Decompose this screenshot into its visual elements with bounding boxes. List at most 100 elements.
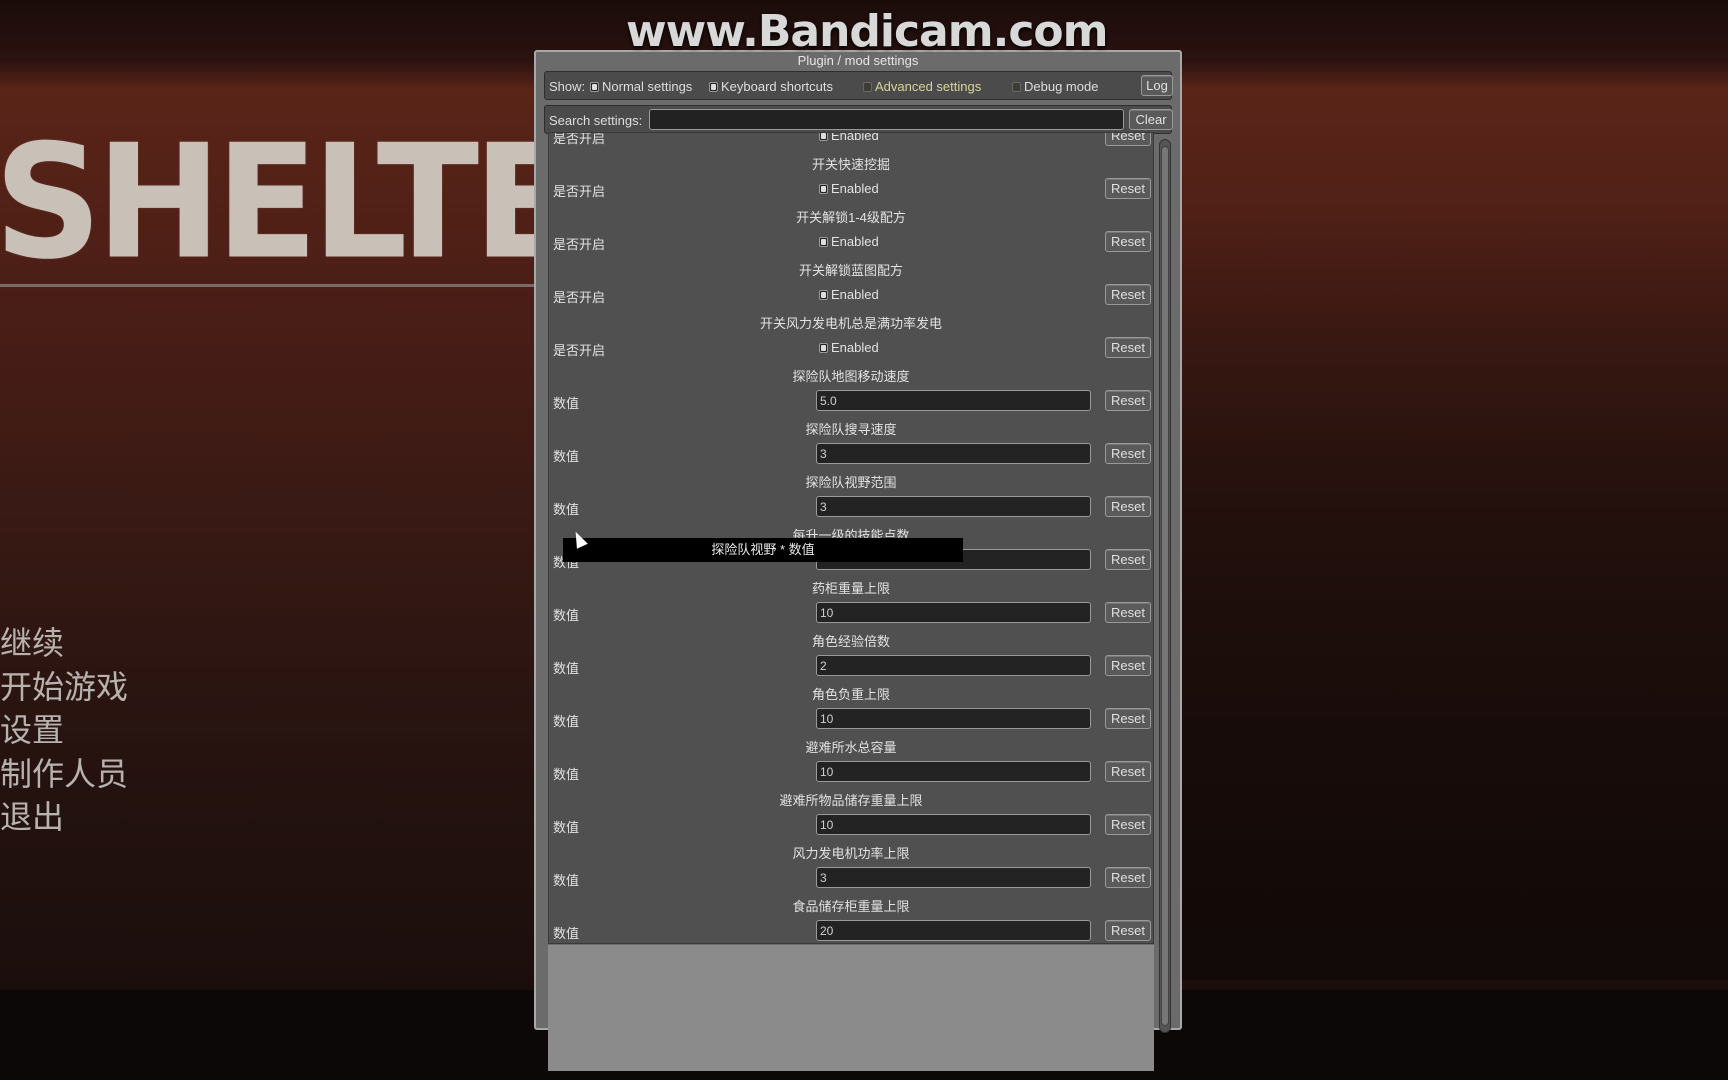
setting-label: 是否开启 <box>553 289 606 305</box>
reset-button[interactable]: Reset <box>1105 707 1151 729</box>
value-input[interactable]: 10 <box>816 760 1091 782</box>
reset-button[interactable]: Reset <box>1105 442 1151 464</box>
watermark: www.Bandicam.com <box>626 6 1108 57</box>
value-input[interactable]: 10 <box>816 813 1091 835</box>
setting-label: 数值 <box>553 660 580 676</box>
reset-button[interactable]: Reset <box>1105 866 1151 888</box>
clear-button[interactable]: Clear <box>1129 109 1173 130</box>
reset-button[interactable]: Reset <box>1105 760 1151 782</box>
filter-normal-settings[interactable]: Normal settings <box>590 79 692 94</box>
setting-label: 数值 <box>553 607 580 623</box>
reset-button[interactable]: Reset <box>1105 389 1151 411</box>
reset-button[interactable]: Reset <box>1105 813 1151 835</box>
setting-title: 开关解锁1-4级配方 <box>796 209 906 225</box>
reset-button[interactable]: Reset <box>1105 133 1151 146</box>
setting-label: 是否开启 <box>553 342 606 358</box>
setting-title: 食品储存柜重量上限 <box>792 898 910 914</box>
setting-title: 探险队搜寻速度 <box>805 421 897 437</box>
filter-debug-mode[interactable]: Debug mode <box>1012 79 1098 94</box>
checkbox-icon <box>819 133 828 141</box>
menu-credits[interactable]: 制作人员 <box>0 753 128 797</box>
reset-button[interactable]: Reset <box>1105 548 1151 570</box>
game-logo: SHELTE <box>0 111 576 295</box>
checkbox-icon <box>709 82 718 92</box>
enabled-toggle[interactable]: Enabled <box>819 287 879 302</box>
setting-item: 探险队搜寻速度数值 3 Reset <box>549 414 1153 467</box>
setting-item: 避难所物品储存重量上限 数值 10 Reset <box>549 785 1153 838</box>
main-menu: 继续 开始游戏 设置 制作人员 退出 <box>0 622 128 840</box>
setting-title: 探险队地图移动速度 <box>792 368 910 384</box>
log-button[interactable]: Log <box>1141 75 1173 96</box>
value-input[interactable]: 3 <box>816 442 1091 464</box>
setting-title: 探险队视野范围 <box>805 474 897 490</box>
show-label: Show: <box>549 79 586 94</box>
reset-button[interactable]: Reset <box>1105 177 1151 199</box>
reset-button[interactable]: Reset <box>1105 601 1151 623</box>
enabled-toggle[interactable]: Enabled <box>819 181 879 196</box>
enabled-toggle[interactable]: Enabled <box>819 133 879 143</box>
value-input[interactable]: 3 <box>816 866 1091 888</box>
checkbox-icon <box>1012 82 1021 92</box>
setting-item: 食品储存柜重量上限数值 20 Reset <box>549 891 1153 944</box>
scrollbar[interactable] <box>1159 139 1171 1033</box>
value-input[interactable]: 5.0 <box>816 389 1091 411</box>
menu-settings[interactable]: 设置 <box>0 709 128 753</box>
setting-label: 是否开启 <box>553 236 606 252</box>
enabled-toggle[interactable]: Enabled <box>819 340 879 355</box>
setting-label: 数值 <box>553 713 580 729</box>
enabled-toggle[interactable]: Enabled <box>819 234 879 249</box>
setting-label: 是否开启 <box>553 132 606 146</box>
value-input[interactable]: 10 <box>816 601 1091 623</box>
reset-button[interactable]: Reset <box>1105 336 1151 358</box>
setting-title: 药柜重量上限 <box>811 580 890 596</box>
setting-item: 风力发电机功率上限数值 3 Reset <box>549 838 1153 891</box>
value-input[interactable]: 2 <box>816 654 1091 676</box>
checkbox-icon <box>819 342 828 353</box>
checkbox-icon <box>863 82 872 92</box>
search-label: Search settings: <box>549 113 643 128</box>
settings-list-empty-area <box>548 945 1154 1071</box>
reset-button[interactable]: Reset <box>1105 654 1151 676</box>
checkbox-icon <box>819 183 828 194</box>
setting-item: 探险队地图移动速度数值 5.0 Reset <box>549 361 1153 414</box>
filter-keyboard-shortcuts[interactable]: Keyboard shortcuts <box>709 79 833 94</box>
filter-advanced-settings[interactable]: Advanced settings <box>863 79 981 94</box>
menu-start-game[interactable]: 开始游戏 <box>0 666 128 710</box>
search-input[interactable] <box>649 109 1124 130</box>
scrollbar-thumb[interactable] <box>1161 146 1169 1026</box>
search-bar: Search settings: Clear <box>544 105 1173 134</box>
setting-item: 角色负重上限数值 10 Reset <box>549 679 1153 732</box>
reset-button[interactable]: Reset <box>1105 495 1151 517</box>
setting-title: 开关快速挖掘 <box>811 156 890 172</box>
setting-title: 角色经验倍数 <box>811 633 890 649</box>
setting-label: 数值 <box>553 766 580 782</box>
setting-label: 数值 <box>553 819 580 835</box>
checkbox-icon <box>819 289 828 300</box>
setting-title: 角色负重上限 <box>811 686 890 702</box>
reset-button[interactable]: Reset <box>1105 230 1151 252</box>
setting-title: 开关风力发电机总是满功率发电 <box>759 315 942 331</box>
setting-item: 开关解锁1-4级配方是否开启 Enabled Reset <box>549 202 1153 255</box>
reset-button[interactable]: Reset <box>1105 919 1151 941</box>
checkbox-icon <box>819 236 828 247</box>
setting-label: 数值 <box>553 872 580 888</box>
value-input[interactable]: 20 <box>816 919 1091 941</box>
setting-item: 开关快速挖掘 是否开启 Enabled Reset <box>549 149 1153 202</box>
value-input[interactable]: 10 <box>816 707 1091 729</box>
setting-label: 数值 <box>553 925 580 941</box>
setting-label: 数值 <box>553 395 580 411</box>
menu-continue[interactable]: 继续 <box>0 622 128 666</box>
setting-label: 数值 <box>553 448 580 464</box>
setting-title: 风力发电机功率上限 <box>792 845 910 861</box>
setting-title: 开关解锁蓝图配方 <box>798 262 903 278</box>
menu-exit[interactable]: 退出 <box>0 796 128 840</box>
setting-item: 避难所水总容量 数值 10 Reset <box>549 732 1153 785</box>
setting-item: 探险队视野范围数值 3 Reset <box>549 467 1153 520</box>
logo-underline <box>0 284 534 287</box>
setting-label: 数值 <box>553 501 580 517</box>
setting-item: 开关解锁蓝图配方是否开启 Enabled Reset <box>549 255 1153 308</box>
checkbox-icon <box>590 82 599 92</box>
reset-button[interactable]: Reset <box>1105 283 1151 305</box>
value-input[interactable]: 3 <box>816 495 1091 517</box>
tooltip: 探险队视野 * 数值 <box>563 538 963 562</box>
